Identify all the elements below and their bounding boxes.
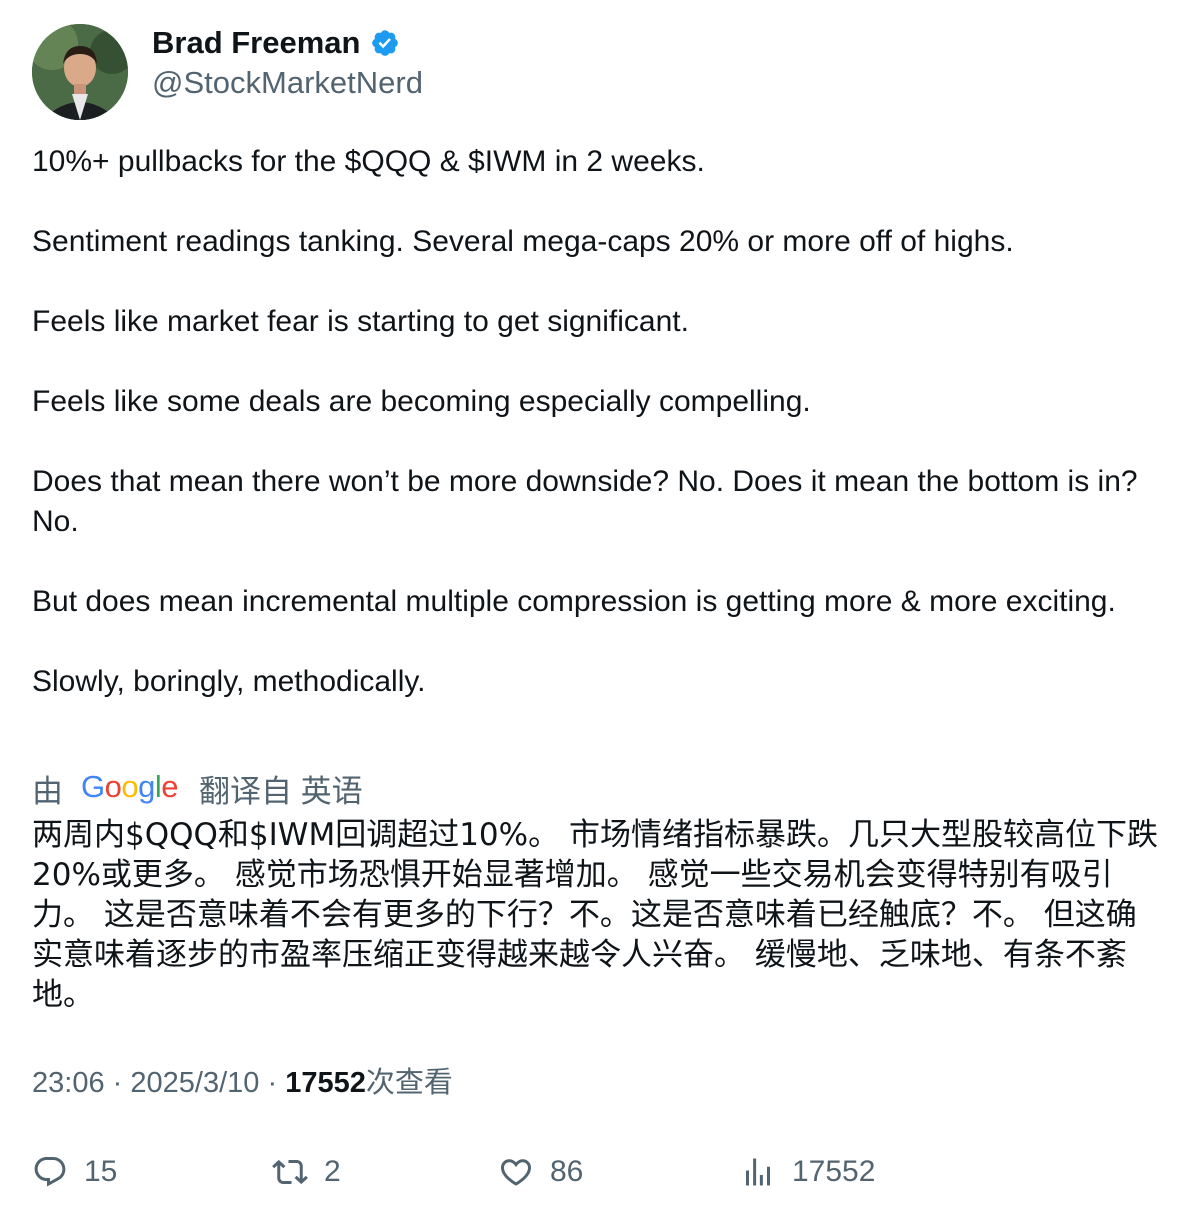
- svg-text:Google: Google: [81, 770, 178, 804]
- heart-icon: [500, 1159, 532, 1186]
- views-count: 17552: [792, 1155, 876, 1188]
- action-bar: 15 2 86 17552: [32, 1148, 1162, 1196]
- tweet-time[interactable]: 23:06: [32, 1067, 105, 1099]
- google-logo-letter: o: [105, 770, 122, 804]
- reply-icon: [34, 1157, 66, 1187]
- tweet-paragraph: Feels like some deals are becoming espec…: [32, 385, 811, 418]
- view-count: 17552: [285, 1067, 366, 1099]
- translation-suffix: 翻译自 英语: [199, 773, 363, 809]
- reply-count: 15: [84, 1155, 118, 1188]
- tweet-meta: 23:06 · 2025/3/10 · 17552次查看: [32, 1063, 453, 1103]
- tweet-header: Brad Freeman @StockMarketNerd: [32, 24, 1162, 120]
- like-button[interactable]: 86: [498, 1148, 583, 1196]
- tweet-date[interactable]: 2025/3/10: [130, 1067, 259, 1099]
- tweet-paragraph: Feels like market fear is starting to ge…: [32, 305, 689, 338]
- translated-text: 两周内$QQQ和$IWM回调超过10%。 市场情绪指标暴跌。几只大型股较高位下跌…: [32, 817, 1158, 1013]
- tweet-paragraph: Does that mean there won’t be more downs…: [32, 465, 1138, 538]
- retweet-button[interactable]: 2: [272, 1148, 341, 1196]
- meta-separator: ·: [112, 1067, 123, 1099]
- views-button[interactable]: 17552: [740, 1148, 875, 1196]
- translation-prefix: 由: [32, 773, 63, 809]
- retweet-icon: [272, 1159, 308, 1185]
- user-handle[interactable]: @StockMarketNerd: [152, 64, 423, 102]
- google-logo-letter: e: [161, 770, 178, 804]
- google-logo: Google: [81, 770, 179, 804]
- meta-separator: ·: [267, 1067, 278, 1099]
- name-row: Brad Freeman: [152, 24, 400, 62]
- retweet-count: 2: [324, 1155, 341, 1188]
- google-logo-letter: G: [81, 770, 105, 804]
- tweet-text: 10%+ pullbacks for the $QQQ & $IWM in 2 …: [32, 142, 1167, 702]
- avatar-image: [32, 24, 128, 120]
- view-label: 次查看: [365, 1067, 453, 1099]
- display-name[interactable]: Brad Freeman: [152, 24, 360, 62]
- tweet-paragraph: Slowly, boringly, methodically.: [32, 665, 426, 698]
- tweet-paragraph: Sentiment readings tanking. Several mega…: [32, 225, 1014, 258]
- bar-chart-icon: [746, 1158, 770, 1186]
- google-logo-letter: o: [121, 770, 138, 804]
- verified-badge-icon[interactable]: [370, 28, 400, 58]
- like-count: 86: [550, 1155, 584, 1188]
- translation-attribution[interactable]: 由 Google 翻译自 英语: [32, 766, 363, 810]
- tweet-paragraph: 10%+ pullbacks for the $QQQ & $IWM in 2 …: [32, 145, 705, 178]
- tweet-paragraph: But does mean incremental multiple compr…: [32, 585, 1116, 618]
- google-logo-letter: g: [138, 770, 155, 804]
- reply-button[interactable]: 15: [32, 1148, 117, 1196]
- avatar[interactable]: [32, 24, 128, 120]
